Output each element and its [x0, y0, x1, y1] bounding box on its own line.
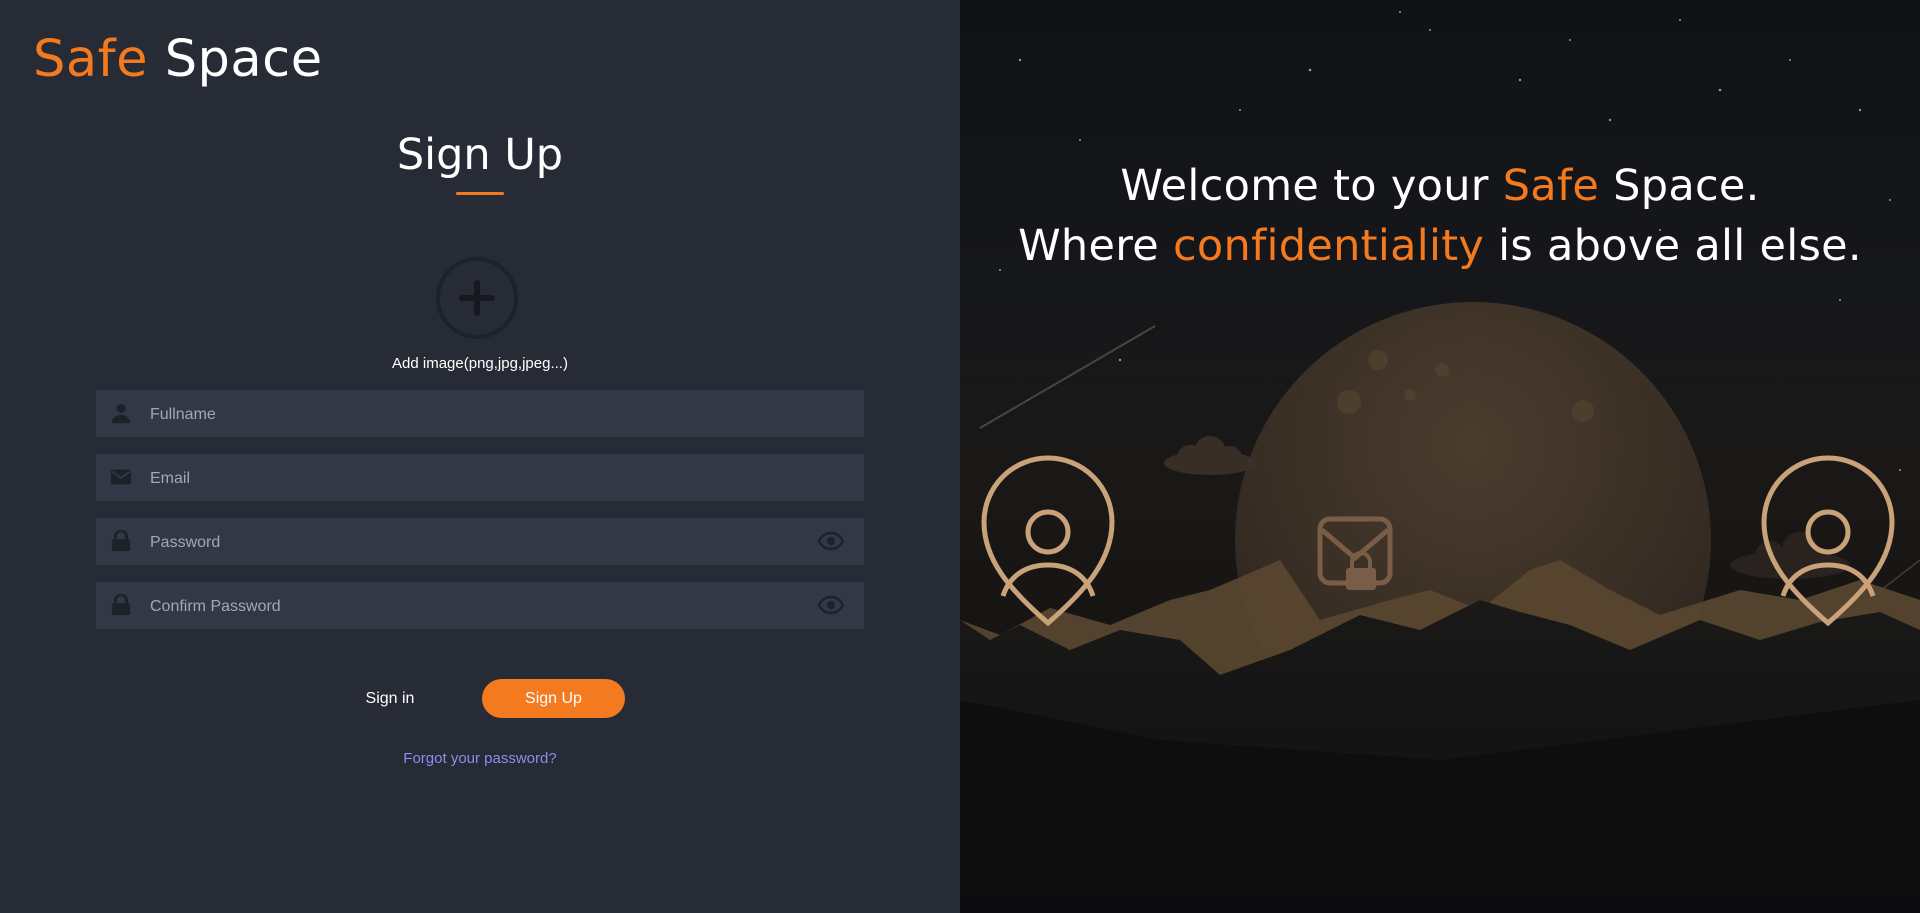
forgot-password-link[interactable]: Forgot your password? [0, 750, 960, 767]
password-field [96, 518, 864, 567]
app-root: Safe Space Sign Up Add image(png,jpg,jpe… [0, 0, 1920, 913]
add-image-button[interactable] [436, 257, 518, 339]
eye-icon[interactable] [818, 594, 844, 616]
confirm-password-field [96, 582, 864, 631]
user-pin-icon [981, 455, 1115, 627]
logo-word-space: Space [164, 30, 323, 89]
cloud [1164, 436, 1256, 475]
lock-icon [111, 530, 131, 552]
signup-panel: Safe Space Sign Up Add image(png,jpg,jpe… [0, 0, 960, 913]
email-input[interactable] [148, 454, 792, 503]
email-field [96, 454, 864, 503]
hero-illustration [960, 11, 1920, 913]
page-title: Sign Up [396, 130, 564, 180]
add-image-label: Add image(png,jpg,jpeg...) [392, 355, 568, 372]
app-logo[interactable]: Safe Space [33, 30, 323, 89]
signup-button[interactable]: Sign Up [482, 679, 625, 718]
eye-icon[interactable] [818, 530, 844, 552]
fullname-input[interactable] [148, 390, 792, 439]
title-underline [456, 192, 504, 195]
signin-button[interactable]: Sign in [325, 679, 455, 718]
password-input[interactable] [148, 518, 792, 567]
welcome-message: Welcome to your Safe Space. Where confid… [960, 156, 1920, 276]
lock-icon [111, 594, 131, 616]
user-icon [111, 403, 131, 424]
hero-panel: Welcome to your Safe Space. Where confid… [960, 0, 1920, 913]
confirm-password-input[interactable] [148, 582, 792, 631]
logo-word-safe: Safe [33, 30, 148, 89]
welcome-line-2: Where confidentiality is above all else. [1018, 221, 1862, 271]
mail-icon [110, 469, 132, 485]
fullname-field [96, 390, 864, 439]
welcome-line-1: Welcome to your Safe Space. [1120, 161, 1760, 211]
